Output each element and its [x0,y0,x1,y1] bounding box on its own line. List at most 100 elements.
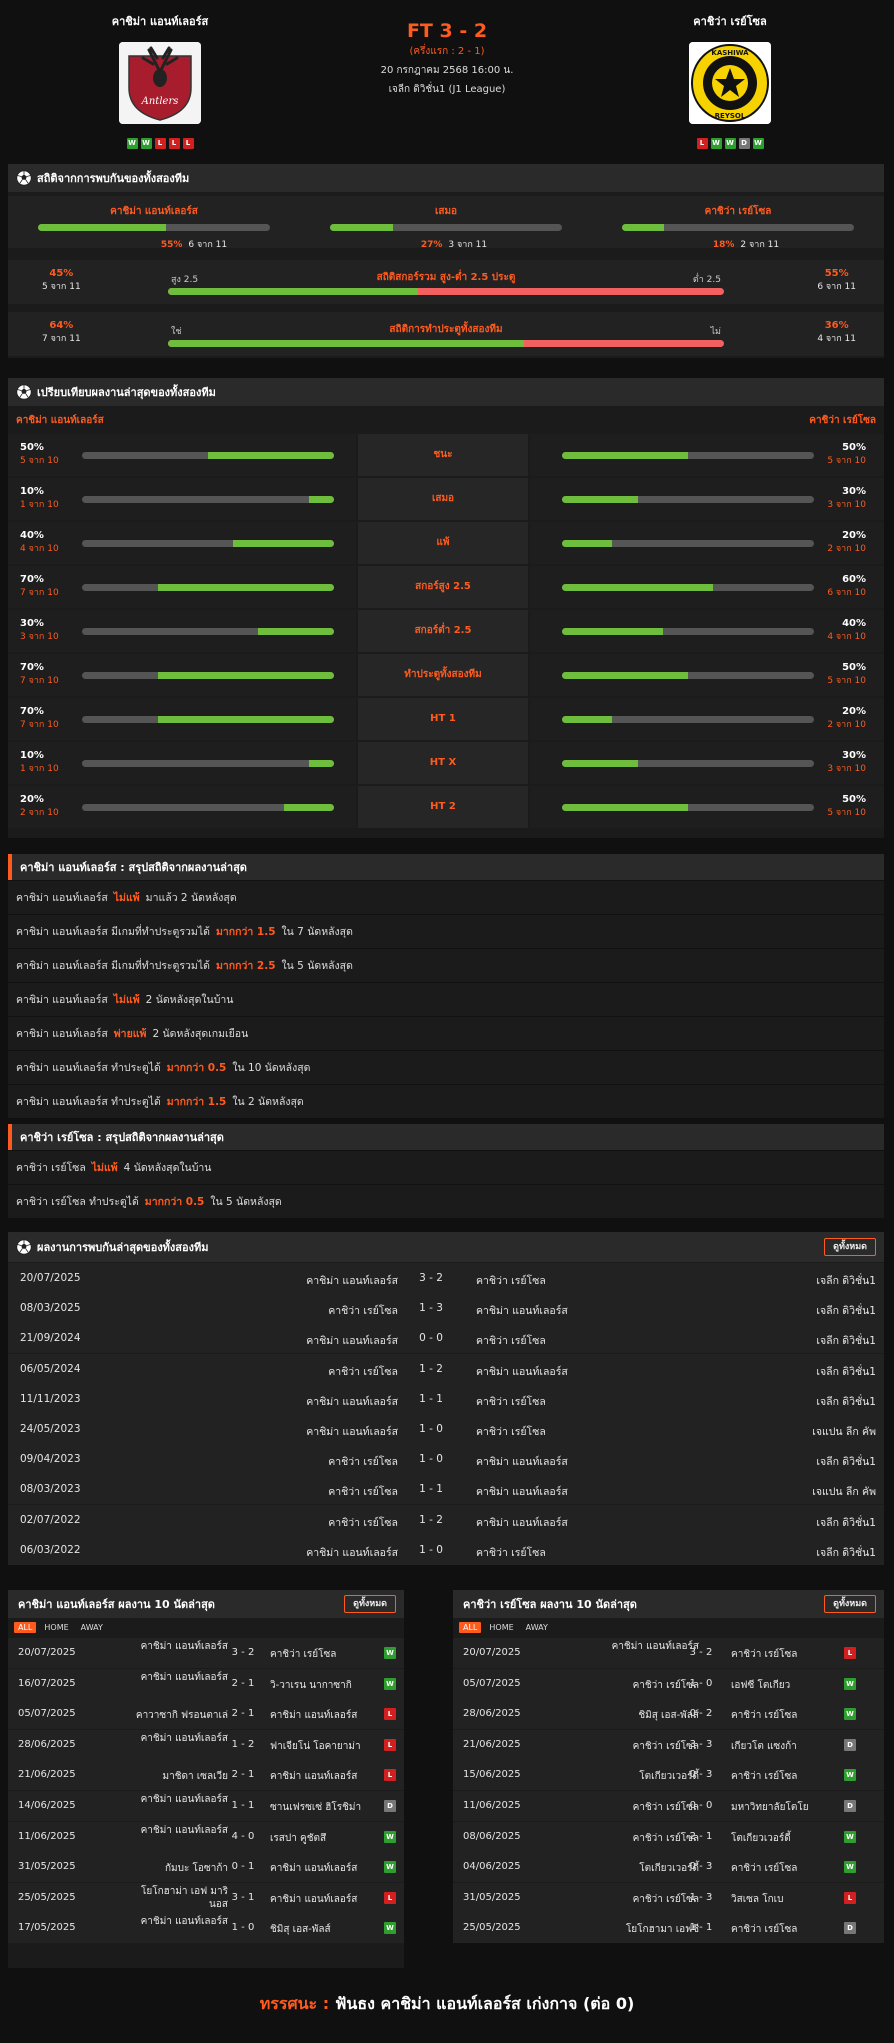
match-home-team[interactable]: กัมบะ โอซาก้า [165,1861,228,1876]
last10-row[interactable]: 21/06/2025 มาชิดา เซลเวีย 2 - 1 คาชิม่า แอน… [8,1760,404,1791]
tab-away[interactable]: AWAY [522,1622,552,1633]
match-away-team[interactable]: คาชิม่า แอนท์เลอร์ส [270,1861,357,1876]
home-last10-view-all-button[interactable]: ดูทั้งหมด [344,1595,396,1613]
last10-row[interactable]: 14/06/2025 คาชิม่า แอนท์เลอร์ส 1 - 1 ซานเฟร… [8,1791,404,1821]
last10-row[interactable]: 20/07/2025 คาชิม่า แอนท์เลอร์ส 3 - 2 คาชิว่… [8,1638,404,1668]
last10-row[interactable]: 08/06/2025 คาชิว่า เรย์โซล 2 - 1 โตเกียวเวอ… [453,1821,884,1852]
comparison-home-name[interactable]: คาชิม่า แอนท์เลอร์ส [16,413,104,428]
match-away-team[interactable]: คาชิม่า แอนท์เลอร์ส [270,1892,357,1907]
tab-all[interactable]: ALL [14,1621,37,1633]
h2h-view-all-button[interactable]: ดูทั้งหมด [824,1238,876,1256]
last10-row[interactable]: 25/05/2025 โยโกฮามา เอฟซี 1 - 1 คาชิว่า เรย… [453,1913,884,1944]
match-away-team[interactable]: คาชิว่า เรย์โซล [476,1332,546,1349]
match-home-team[interactable]: คาชิม่า แอนท์เลอร์ส [136,1671,228,1684]
match-away-team[interactable]: ชิมิสุ เอส-พัลส์ [270,1922,331,1937]
last10-row[interactable]: 15/06/2025 โตเกียวเวอร์ดี้ 0 - 3 คาชิว่า เร… [453,1760,884,1791]
match-home-team[interactable]: คาชิว่า เรย์โซล [328,1514,398,1531]
tab-home[interactable]: HOME [485,1622,517,1633]
match-away-team[interactable]: คาชิว่า เรย์โซล [476,1423,546,1440]
match-home-team[interactable]: คาชิม่า แอนท์เลอร์ส [306,1332,398,1349]
match-away-team[interactable]: เกียวโต แซงก้า [731,1739,797,1754]
match-away-team[interactable]: คาชิม่า แอนท์เลอร์ส [270,1708,357,1723]
last10-row[interactable]: 05/07/2025 คาชิว่า เรย์โซล 1 - 0 เอฟซี โตเก… [453,1668,884,1699]
last10-row[interactable]: 31/05/2025 คาชิว่า เรย์โซล 1 - 3 วิสเซล โกเ… [453,1882,884,1913]
match-away-team[interactable]: เรสปา คูชัตสึ [270,1831,326,1846]
last10-row[interactable]: 16/07/2025 คาชิม่า แอนท์เลอร์ส 2 - 1 วิ-วาเ… [8,1668,404,1699]
match-score: 0 - 3 [689,1769,713,1781]
h2h-match-row[interactable]: 06/03/2022 คาชิม่า แอนท์เลอร์ส 1 - 0 คาชิว่… [8,1534,884,1565]
last10-row[interactable]: 11/06/2025 คาชิม่า แอนท์เลอร์ส 4 - 0 เรสปา … [8,1821,404,1852]
match-away-team[interactable]: คาชิม่า แอนท์เลอร์ส [476,1363,568,1380]
match-away-team[interactable]: โตเกียวเวอร์ดี้ [731,1831,791,1846]
h2h-home-label: คาชิม่า แอนท์เลอร์ส [110,206,198,217]
tab-away[interactable]: AWAY [77,1622,107,1633]
match-away-team[interactable]: ซานเฟรซเซ่ ฮิโรชิม่า [270,1800,361,1815]
match-away-team[interactable]: คาชิว่า เรย์โซล [476,1393,546,1410]
away-team-name[interactable]: คาชิว่า เรย์โซล [630,12,830,30]
match-home-team[interactable]: คาชิม่า แอนท์เลอร์ส [136,1915,228,1928]
comparison-away-name[interactable]: คาชิว่า เรย์โซล [809,413,876,428]
match-away-team[interactable]: ฟาเจียโน่ โอคายาม่า [270,1739,361,1754]
last10-row[interactable]: 17/05/2025 คาชิม่า แอนท์เลอร์ส 1 - 0 ชิมิสุ… [8,1913,404,1944]
match-home-team[interactable]: คาชิม่า แอนท์เลอร์ส [136,1732,228,1745]
last10-row[interactable]: 11/06/2025 คาชิว่า เรย์โซล 0 - 0 มหาวิทยาลั… [453,1791,884,1821]
match-home-team[interactable]: โยโกฮาม่า เอฟ มารินอส [136,1885,228,1911]
match-away-team[interactable]: คาชิม่า แอนท์เลอร์ส [476,1514,568,1531]
h2h-match-row[interactable]: 11/11/2023 คาชิม่า แอนท์เลอร์ส 1 - 1 คาชิว่… [8,1383,884,1414]
h2h-match-row[interactable]: 09/04/2023 คาชิว่า เรย์โซล 1 - 0 คาชิม่า แอ… [8,1444,884,1475]
match-away-team[interactable]: คาชิว่า เรย์โซล [731,1708,797,1723]
match-home-team[interactable]: คาชิว่า เรย์โซล [328,1453,398,1470]
away-last10-view-all-button[interactable]: ดูทั้งหมด [824,1595,876,1613]
match-home-team[interactable]: คาชิว่า เรย์โซล [328,1483,398,1500]
match-home-team[interactable]: คาวาซากิ ฟรอนตาเล่ [136,1708,228,1723]
last10-row[interactable]: 25/05/2025 โยโกฮาม่า เอฟ มารินอส 3 - 1 คาชิ… [8,1882,404,1913]
match-away-team[interactable]: คาชิว่า เรย์โซล [731,1861,797,1876]
match-away-team[interactable]: คาชิว่า เรย์โซล [476,1544,546,1561]
h2h-match-row[interactable]: 06/05/2024 คาชิว่า เรย์โซล 1 - 2 คาชิม่า แอ… [8,1353,884,1384]
h2h-match-row[interactable]: 02/07/2022 คาชิว่า เรย์โซล 1 - 2 คาชิม่า แอ… [8,1504,884,1535]
last10-row[interactable]: 21/06/2025 คาชิว่า เรย์โซล 3 - 3 เกียวโต แซ… [453,1729,884,1760]
match-away-team[interactable]: คาชิม่า แอนท์เลอร์ส [270,1769,357,1784]
match-home-team[interactable]: คาชิม่า แอนท์เลอร์ส [306,1272,398,1289]
match-home-team[interactable]: คาชิว่า เรย์โซล [328,1302,398,1319]
match-away-team[interactable]: คาชิว่า เรย์โซล [731,1647,797,1662]
match-away-team[interactable]: คาชิว่า เรย์โซล [731,1922,797,1937]
bar-fill [233,540,334,547]
h2h-match-row[interactable]: 08/03/2025 คาชิว่า เรย์โซล 1 - 3 คาชิม่า แอ… [8,1293,884,1324]
comparison-row: 30% 3 จาก 10 สกอร์ต่ำ 2.5 40% 4 จาก 10 [8,610,884,652]
match-away-team[interactable]: วิ-วาเรน นากาซากิ [270,1678,352,1693]
match-away-team[interactable]: เอฟซี โตเกียว [731,1678,790,1693]
match-away-team[interactable]: มหาวิทยาลัยโตโย [731,1800,809,1815]
away-team[interactable]: คาชิว่า เรย์โซล KASHIWA REYSOL LWWDW [630,12,830,149]
comparison-stat-label: HT 2 [358,786,528,828]
match-home-team[interactable]: มาชิดา เซลเวีย [162,1769,228,1784]
h2h-match-row[interactable]: 08/03/2023 คาชิว่า เรย์โซล 1 - 1 คาชิม่า แอ… [8,1474,884,1505]
tab-all[interactable]: ALL [459,1621,482,1633]
match-away-team[interactable]: คาชิม่า แอนท์เลอร์ส [476,1453,568,1470]
match-home-team[interactable]: คาชิม่า แอนท์เลอร์ส [136,1824,228,1837]
match-away-team[interactable]: คาชิม่า แอนท์เลอร์ส [476,1302,568,1319]
match-away-team[interactable]: คาชิว่า เรย์โซล [476,1272,546,1289]
match-home-team[interactable]: คาชิว่า เรย์โซล [328,1363,398,1380]
match-home-team[interactable]: คาชิม่า แอนท์เลอร์ส [136,1793,228,1806]
home-team-name[interactable]: คาชิม่า แอนท์เลอร์ส [60,12,260,30]
match-away-team[interactable]: คาชิว่า เรย์โซล [731,1769,797,1784]
h2h-match-row[interactable]: 24/05/2023 คาชิม่า แอนท์เลอร์ส 1 - 0 คาชิว่… [8,1414,884,1444]
last10-row[interactable]: 31/05/2025 กัมบะ โอซาก้า 0 - 1 คาชิม่า แอนท… [8,1852,404,1883]
last10-row[interactable]: 04/06/2025 โตเกียวเวอร์ดี้ 0 - 3 คาชิว่า เร… [453,1852,884,1883]
last10-row[interactable]: 20/07/2025 คาชิม่า แอนท์เลอร์ส 3 - 2 คาชิว่… [453,1638,884,1668]
home-team[interactable]: คาชิม่า แอนท์เลอร์ส Antlers WWLLL [60,12,260,149]
h2h-match-row[interactable]: 20/07/2025 คาชิม่า แอนท์เลอร์ส 3 - 2 คาชิว่… [8,1263,884,1293]
last10-row[interactable]: 28/06/2025 คาชิม่า แอนท์เลอร์ส 1 - 2 ฟาเจีย… [8,1729,404,1760]
match-away-team[interactable]: วิสเซล โกเบ [731,1892,783,1907]
match-home-team[interactable]: คาชิม่า แอนท์เลอร์ส [306,1423,398,1440]
match-away-team[interactable]: คาชิม่า แอนท์เลอร์ส [476,1483,568,1500]
match-home-team[interactable]: คาชิม่า แอนท์เลอร์ส [306,1544,398,1561]
match-home-team[interactable]: คาชิม่า แอนท์เลอร์ส [306,1393,398,1410]
match-away-team[interactable]: คาชิว่า เรย์โซล [270,1647,336,1662]
last10-row[interactable]: 28/06/2025 ชิมิสุ เอส-พัลส์ 0 - 2 คาชิว่า เ… [453,1699,884,1730]
h2h-match-row[interactable]: 21/09/2024 คาชิม่า แอนท์เลอร์ส 0 - 0 คาชิว่… [8,1323,884,1354]
match-home-team[interactable]: คาชิม่า แอนท์เลอร์ส [136,1640,228,1653]
last10-row[interactable]: 05/07/2025 คาวาซากิ ฟรอนตาเล่ 2 - 1 คาชิม่า… [8,1699,404,1730]
tab-home[interactable]: HOME [40,1622,72,1633]
